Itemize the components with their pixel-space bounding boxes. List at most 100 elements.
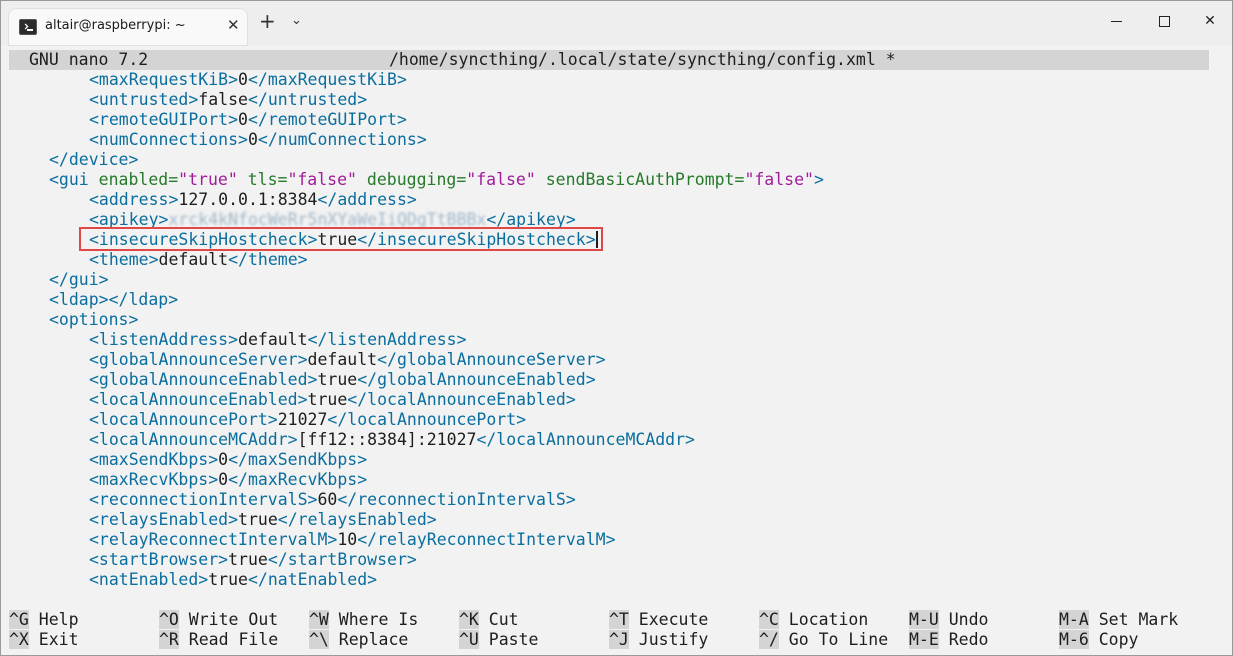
editor-line: <localAnnouncePort>21027</localAnnounceP…: [89, 410, 526, 430]
code-token: true: [238, 510, 278, 529]
nano-version: GNU nano 7.2: [29, 50, 149, 69]
code-token: <gui: [49, 170, 99, 189]
code-token: "false": [744, 170, 814, 189]
shortcut-execute: ^T Execute: [609, 610, 708, 630]
code-token: [ff12::8384]:21027: [297, 430, 477, 449]
shortcut-key: ^X: [9, 630, 29, 649]
code-token: </relayReconnectIntervalM>: [357, 530, 616, 549]
editor-line: </gui>: [49, 270, 109, 290]
minimize-button[interactable]: [1093, 9, 1139, 33]
shortcut-key: ^J: [609, 630, 629, 649]
code-token: </address>: [317, 190, 417, 209]
code-token: </globalAnnounceServer>: [377, 350, 606, 369]
shortcut-set-mark: M-A Set Mark: [1059, 610, 1178, 630]
code-token: default: [238, 330, 308, 349]
terminal-tab[interactable]: altair@raspberrypi: ~ ✕: [9, 9, 247, 45]
code-token: >: [813, 170, 824, 189]
shortcut-read-file: ^R Read File: [159, 630, 278, 650]
shortcut-label: Exit: [28, 630, 79, 649]
editor-line: <theme>default</theme>: [89, 250, 308, 270]
nano-header-bar: GNU nano 7.2 /home/syncthing/.local/stat…: [9, 50, 1209, 70]
editor-line: <numConnections>0</numConnections>: [89, 130, 427, 150]
maximize-button[interactable]: [1141, 9, 1187, 33]
shortcut-key: ^R: [159, 630, 179, 649]
shortcut-write-out: ^O Write Out: [159, 610, 278, 630]
shortcut-label: Copy: [1088, 630, 1139, 649]
editor-line: <relayReconnectIntervalM>10</relayReconn…: [89, 530, 616, 550]
code-token: "false": [466, 170, 536, 189]
shortcut-paste: ^U Paste: [459, 630, 538, 650]
code-token: <localAnnounceEnabled>: [89, 390, 308, 409]
code-token: debugging=: [356, 170, 467, 189]
terminal-icon: [19, 19, 37, 35]
shortcut-help: ^G Help: [9, 610, 79, 630]
shortcut-label: Go To Line: [778, 630, 889, 649]
shortcut-key: ^T: [609, 610, 629, 629]
editor-line: <address>127.0.0.1:8384</address>: [89, 190, 417, 210]
shortcut-exit: ^X Exit: [9, 630, 79, 650]
shortcut-undo: M-U Undo: [909, 610, 988, 630]
file-path: /home/syncthing/.local/state/syncthing/c…: [389, 50, 896, 69]
editor-line: <globalAnnounceEnabled>true</globalAnnou…: [89, 370, 596, 390]
code-token: <relayReconnectIntervalM>: [89, 530, 338, 549]
shortcut-label: Replace: [328, 630, 409, 649]
code-token: <address>: [89, 190, 179, 209]
shortcut-key: M-6: [1059, 630, 1089, 649]
code-token: true: [228, 550, 268, 569]
editor-line: <relaysEnabled>true</relaysEnabled>: [89, 510, 437, 530]
editor-line: <natEnabled>true</natEnabled>: [89, 570, 377, 590]
tab-close-icon[interactable]: ✕: [227, 16, 240, 34]
shortcut-cut: ^K Cut: [459, 610, 519, 630]
code-token: true: [307, 390, 348, 409]
maximize-icon: [1158, 15, 1170, 27]
shortcut-replace: ^\ Replace: [309, 630, 408, 650]
code-token: </maxSendKbps>: [228, 450, 368, 469]
editor-line: <startBrowser>true</startBrowser>: [89, 550, 417, 570]
code-token: "false": [287, 170, 357, 189]
code-token: "true": [178, 170, 238, 189]
code-token: 0: [238, 110, 248, 129]
editor-line: <untrusted>false</untrusted>: [89, 90, 367, 110]
code-token: </maxRecvKbps>: [228, 470, 368, 489]
code-token: true: [317, 370, 358, 389]
shortcut-key: M-E: [909, 630, 939, 649]
shortcut-key: ^C: [759, 610, 779, 629]
shortcut-key: ^W: [309, 610, 329, 629]
code-token: </remoteGUIPort>: [247, 110, 407, 129]
shortcut-label: Read File: [178, 630, 279, 649]
editor-line: <ldap></ldap>: [49, 290, 178, 310]
code-token: <numConnections>: [89, 130, 248, 149]
code-token: <globalAnnounceEnabled>: [89, 370, 318, 389]
editor-line: <maxRecvKbps>0</maxRecvKbps>: [89, 470, 367, 490]
editor-line: </device>: [49, 150, 138, 170]
code-token: enabled=: [98, 170, 179, 189]
code-token: <options>: [49, 310, 139, 329]
code-token: 0: [218, 470, 229, 489]
code-token: tls=: [237, 170, 288, 189]
highlight-annotation-box: [79, 227, 603, 251]
code-token: </numConnections>: [257, 130, 427, 149]
shortcut-location: ^C Location: [759, 610, 868, 630]
terminal-window: altair@raspberrypi: ~ ✕ + ⌄ ✕ GNU nano 7…: [0, 0, 1233, 656]
editor-line: <localAnnounceMCAddr>[ff12::8384]:21027<…: [89, 430, 695, 450]
code-token: </startBrowser>: [267, 550, 417, 569]
chevron-down-icon[interactable]: ⌄: [291, 13, 302, 28]
code-token: </listenAddress>: [307, 330, 467, 349]
code-token: </localAnnounceEnabled>: [347, 390, 576, 409]
close-button[interactable]: ✕: [1187, 9, 1232, 33]
shortcut-label: Paste: [478, 630, 539, 649]
editor-line: <localAnnounceEnabled>true</localAnnounc…: [89, 390, 576, 410]
code-token: </natEnabled>: [247, 570, 378, 589]
code-token: <maxSendKbps>: [89, 450, 219, 469]
shortcut-key: ^/: [759, 630, 779, 649]
code-token: </maxRequestKiB>: [247, 70, 407, 89]
shortcut-label: Cut: [478, 610, 519, 629]
code-token: </localAnnounceMCAddr>: [476, 430, 695, 449]
code-token: <startBrowser>: [89, 550, 229, 569]
code-token: </globalAnnounceEnabled>: [357, 370, 596, 389]
shortcut-key: ^G: [9, 610, 29, 629]
shortcut-label: Justify: [628, 630, 709, 649]
new-tab-button[interactable]: +: [259, 11, 276, 31]
terminal-content[interactable]: GNU nano 7.2 /home/syncthing/.local/stat…: [9, 47, 1225, 653]
editor-line: <listenAddress>default</listenAddress>: [89, 330, 467, 350]
